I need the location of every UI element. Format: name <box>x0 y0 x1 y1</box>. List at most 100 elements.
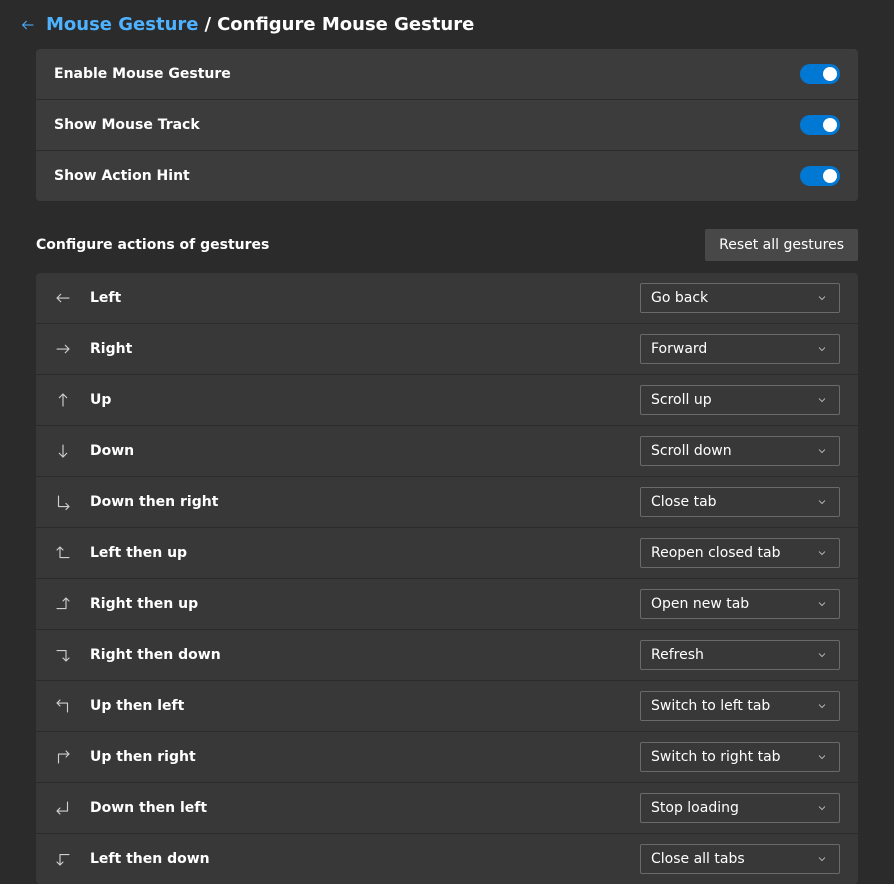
page-header: Mouse Gesture / Configure Mouse Gesture <box>0 0 894 49</box>
gesture-row: Right Forward <box>36 324 858 375</box>
gesture-row: Left then down Close all tabs <box>36 834 858 884</box>
gesture-action-value: Go back <box>651 290 708 306</box>
gesture-section-header: Configure actions of gestures Reset all … <box>36 229 858 261</box>
gesture-action-value: Close tab <box>651 494 717 510</box>
gesture-row: Left Go back <box>36 273 858 324</box>
gesture-action-value: Refresh <box>651 647 704 663</box>
chevron-down-icon <box>815 393 829 407</box>
gesture-action-select[interactable]: Close all tabs <box>640 844 840 874</box>
gesture-info: Up then left <box>54 697 184 715</box>
gesture-action-select[interactable]: Go back <box>640 283 840 313</box>
gesture-name: Right then down <box>90 647 221 663</box>
setting-label: Enable Mouse Gesture <box>54 66 231 82</box>
gesture-action-value: Reopen closed tab <box>651 545 780 561</box>
chevron-down-icon <box>815 444 829 458</box>
down-right-icon <box>54 493 72 511</box>
gesture-action-value: Close all tabs <box>651 851 745 867</box>
chevron-down-icon <box>815 852 829 866</box>
chevron-down-icon <box>815 648 829 662</box>
gesture-name: Up then right <box>90 749 196 765</box>
arrow-right-icon <box>54 340 72 358</box>
setting-label: Show Action Hint <box>54 168 190 184</box>
gesture-row: Up then left Switch to left tab <box>36 681 858 732</box>
gesture-action-select[interactable]: Open new tab <box>640 589 840 619</box>
gesture-row: Up then right Switch to right tab <box>36 732 858 783</box>
gesture-info: Down then right <box>54 493 218 511</box>
up-left-icon <box>54 697 72 715</box>
breadcrumb-current: Configure Mouse Gesture <box>217 14 474 35</box>
gesture-action-select[interactable]: Switch to right tab <box>640 742 840 772</box>
chevron-down-icon <box>815 597 829 611</box>
gesture-action-select[interactable]: Scroll up <box>640 385 840 415</box>
gesture-name: Down then left <box>90 800 207 816</box>
gesture-row: Down Scroll down <box>36 426 858 477</box>
gesture-action-select[interactable]: Reopen closed tab <box>640 538 840 568</box>
chevron-down-icon <box>815 801 829 815</box>
arrow-down-icon <box>54 442 72 460</box>
breadcrumb: Mouse Gesture / Configure Mouse Gesture <box>46 14 474 35</box>
breadcrumb-parent-link[interactable]: Mouse Gesture <box>46 14 198 35</box>
gesture-section-title: Configure actions of gestures <box>36 237 269 253</box>
left-up-icon <box>54 544 72 562</box>
gesture-action-value: Switch to left tab <box>651 698 770 714</box>
gesture-name: Left <box>90 290 121 306</box>
down-left-icon <box>54 799 72 817</box>
gesture-action-value: Scroll up <box>651 392 712 408</box>
gesture-info: Right then down <box>54 646 221 664</box>
back-arrow-icon[interactable] <box>18 15 38 35</box>
gesture-info: Right then up <box>54 595 198 613</box>
gesture-name: Right then up <box>90 596 198 612</box>
gesture-action-select[interactable]: Forward <box>640 334 840 364</box>
gesture-info: Up then right <box>54 748 196 766</box>
left-down-icon <box>54 850 72 868</box>
setting-row: Show Mouse Track <box>36 100 858 151</box>
setting-row: Show Action Hint <box>36 151 858 201</box>
gesture-name: Right <box>90 341 132 357</box>
gesture-action-value: Switch to right tab <box>651 749 781 765</box>
breadcrumb-separator: / <box>204 14 211 35</box>
gesture-info: Down <box>54 442 134 460</box>
reset-all-gestures-button[interactable]: Reset all gestures <box>705 229 858 261</box>
gesture-action-select[interactable]: Stop loading <box>640 793 840 823</box>
gesture-info: Down then left <box>54 799 207 817</box>
chevron-down-icon <box>815 291 829 305</box>
gesture-action-select[interactable]: Scroll down <box>640 436 840 466</box>
setting-label: Show Mouse Track <box>54 117 200 133</box>
gesture-row: Left then up Reopen closed tab <box>36 528 858 579</box>
gesture-info: Left <box>54 289 121 307</box>
right-down-icon <box>54 646 72 664</box>
arrow-up-icon <box>54 391 72 409</box>
chevron-down-icon <box>815 546 829 560</box>
gesture-name: Down <box>90 443 134 459</box>
gesture-action-value: Stop loading <box>651 800 739 816</box>
arrow-left-icon <box>54 289 72 307</box>
chevron-down-icon <box>815 342 829 356</box>
up-right-icon <box>54 748 72 766</box>
chevron-down-icon <box>815 699 829 713</box>
content-area: Enable Mouse Gesture Show Mouse Track Sh… <box>0 49 894 884</box>
gesture-info: Up <box>54 391 111 409</box>
setting-row: Enable Mouse Gesture <box>36 49 858 100</box>
gesture-row: Down then right Close tab <box>36 477 858 528</box>
gesture-info: Left then up <box>54 544 187 562</box>
toggle-switch[interactable] <box>800 115 840 135</box>
gesture-action-select[interactable]: Refresh <box>640 640 840 670</box>
gesture-row: Right then down Refresh <box>36 630 858 681</box>
gesture-name: Left then up <box>90 545 187 561</box>
gesture-action-value: Open new tab <box>651 596 749 612</box>
right-up-icon <box>54 595 72 613</box>
gesture-info: Right <box>54 340 132 358</box>
gesture-action-select[interactable]: Close tab <box>640 487 840 517</box>
toggle-switch[interactable] <box>800 166 840 186</box>
chevron-down-icon <box>815 495 829 509</box>
gesture-action-value: Forward <box>651 341 707 357</box>
gesture-list: Left Go back Right Forward Up Scroll up … <box>36 273 858 884</box>
gesture-row: Up Scroll up <box>36 375 858 426</box>
chevron-down-icon <box>815 750 829 764</box>
toggle-switch[interactable] <box>800 64 840 84</box>
settings-group: Enable Mouse Gesture Show Mouse Track Sh… <box>36 49 858 201</box>
gesture-action-value: Scroll down <box>651 443 732 459</box>
gesture-info: Left then down <box>54 850 210 868</box>
gesture-name: Up then left <box>90 698 184 714</box>
gesture-action-select[interactable]: Switch to left tab <box>640 691 840 721</box>
